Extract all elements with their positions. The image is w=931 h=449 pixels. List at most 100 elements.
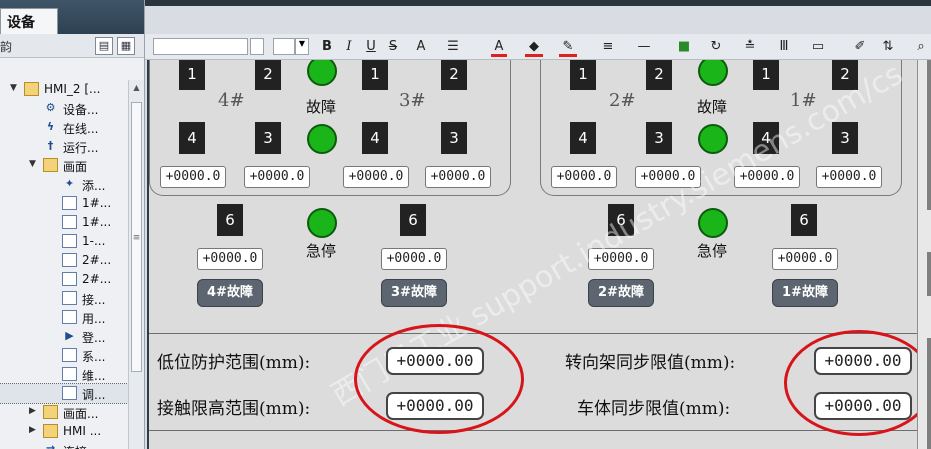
arrange-icon[interactable]: ■ xyxy=(675,37,693,57)
fill-color-icon[interactable]: ◆ xyxy=(525,37,543,57)
hmi-screen-canvas: 1 2 1 2 4 3 4 3 4# 3# 故障 +0000.0 +0000.0 +0000.0 +0000… xyxy=(147,60,917,449)
align-icon[interactable]: ☰ xyxy=(441,37,465,57)
expand-open-icon[interactable]: ▼ xyxy=(10,83,20,93)
tree-item[interactable]: 用... xyxy=(0,308,128,327)
expand-open-icon[interactable]: ▼ xyxy=(29,159,39,169)
screen-icon xyxy=(62,215,77,229)
status-lamp xyxy=(307,124,337,154)
fault-button[interactable]: 2#故障 xyxy=(588,279,654,307)
tree-item-label: 运行... xyxy=(63,141,99,155)
rotate-icon[interactable]: ↻ xyxy=(707,37,725,57)
annotation-circle-left xyxy=(354,324,524,434)
fault-button[interactable]: 1#故障 xyxy=(772,279,838,307)
tree-item[interactable]: ϟ 在线... xyxy=(0,118,128,137)
distribute-icon[interactable]: Ⅲ xyxy=(775,37,793,57)
expand-closed-icon[interactable]: ▶ xyxy=(29,406,39,416)
value-io-field[interactable]: +0000.0 xyxy=(197,248,263,270)
tree-item[interactable]: ▼ 画面 xyxy=(0,156,128,175)
param-label: 低位防护范围(mm): xyxy=(157,353,311,373)
line-width-icon[interactable]: ≡ xyxy=(599,37,617,57)
estop-label: 急停 xyxy=(306,242,337,260)
tree-item-label: 1#... xyxy=(82,215,112,229)
same-size-icon[interactable]: ▭ xyxy=(809,37,827,57)
device-config-icon: ⚙ xyxy=(45,101,56,114)
zoom-icon[interactable]: ⌕ xyxy=(913,37,929,57)
strikethrough-button[interactable]: S xyxy=(385,37,401,57)
font-color-icon[interactable]: A xyxy=(491,37,507,57)
value-io-field[interactable]: +0000.0 xyxy=(551,166,617,188)
estop-lamp xyxy=(698,208,728,238)
value-io-field[interactable]: +0000.0 xyxy=(381,248,447,270)
list-view-icon[interactable]: ▤ xyxy=(95,37,113,55)
value-io-field[interactable]: +0000.0 xyxy=(635,166,701,188)
tree-item[interactable]: ▶ 登... xyxy=(0,327,128,346)
tree-item[interactable]: ▶ 画面... xyxy=(0,403,128,422)
font-name-field[interactable] xyxy=(153,38,248,55)
tree-item[interactable]: ✦ 添... xyxy=(0,175,128,194)
tree-item[interactable]: 2#... xyxy=(0,251,128,270)
tree-item[interactable]: ▼ HMI_2 [... xyxy=(0,80,128,99)
tree-item[interactable]: 调... xyxy=(0,383,129,404)
bold-button[interactable]: B xyxy=(319,37,335,57)
scroll-thumb[interactable]: ≡ xyxy=(131,102,142,372)
value-io-field[interactable]: +0000.0 xyxy=(160,166,226,188)
expand-closed-icon[interactable]: ▶ xyxy=(29,425,39,435)
station-number-four: 4 xyxy=(570,122,596,154)
start-screen-icon: ▶ xyxy=(65,329,74,342)
tree-item[interactable]: † 运行... xyxy=(0,137,128,156)
tree-item[interactable]: 1-... xyxy=(0,232,128,251)
overview-icon[interactable]: ▦ xyxy=(117,37,135,55)
tree-item[interactable]: ▶ HMI ... xyxy=(0,422,128,441)
group-label-a: 4# xyxy=(218,90,245,111)
font-size-dropdown-icon[interactable]: ▼ xyxy=(295,38,309,55)
line-style-icon[interactable]: — xyxy=(635,37,653,57)
value-io-field[interactable]: +0000.0 xyxy=(772,248,838,270)
value-io-field[interactable]: +0000.0 xyxy=(343,166,409,188)
group-label-b: 3# xyxy=(399,90,426,111)
tab-devices[interactable]: 设备 xyxy=(0,8,58,34)
tree-item[interactable]: 维... xyxy=(0,365,128,384)
align-objects-icon[interactable]: ≛ xyxy=(741,37,759,57)
folder-icon xyxy=(24,82,39,96)
value-io-field[interactable]: +0000.0 xyxy=(816,166,882,188)
param-label: 转向架同步限值(mm): xyxy=(565,353,736,373)
scroll-up-icon[interactable]: ▲ xyxy=(131,83,142,97)
station-number-three: 3 xyxy=(255,122,281,154)
line-color-icon[interactable]: ✎ xyxy=(559,37,577,57)
tree-item[interactable]: 1#... xyxy=(0,213,128,232)
fault-lamp-label: 故障 xyxy=(306,98,337,116)
tree-item[interactable]: ⚙ 设备... xyxy=(0,99,128,118)
tree-item[interactable]: 接... xyxy=(0,289,128,308)
screen-icon xyxy=(62,367,77,381)
tree-item[interactable]: ⇄ 连接 xyxy=(0,441,128,449)
value-io-field[interactable]: +0000.0 xyxy=(244,166,310,188)
underline-button[interactable]: U xyxy=(363,37,379,57)
screen-icon xyxy=(62,253,77,267)
font-size-field[interactable] xyxy=(273,38,295,55)
tree-item-label: 调... xyxy=(82,388,106,402)
tree-item-label: 画面... xyxy=(63,407,99,421)
value-io-field[interactable]: +0000.0 xyxy=(588,248,654,270)
tree-item[interactable]: 系... xyxy=(0,346,128,365)
tree-item-label: 维... xyxy=(82,369,106,383)
font-name-dropdown-icon[interactable] xyxy=(250,38,264,55)
format-painter-icon[interactable]: ✐ xyxy=(851,37,869,57)
value-io-field[interactable]: +0000.0 xyxy=(425,166,491,188)
tree-scrollbar[interactable]: ▲ ≡ xyxy=(128,80,144,449)
fault-button[interactable]: 3#故障 xyxy=(381,279,447,307)
layer-icon[interactable]: ⇅ xyxy=(879,37,897,57)
screen-icon xyxy=(62,234,77,248)
station-number-six: 6 xyxy=(217,204,243,236)
italic-button[interactable]: I xyxy=(341,37,357,57)
tree-item[interactable]: 1#... xyxy=(0,194,128,213)
tree-item-label: 添... xyxy=(82,179,106,193)
tree-item[interactable]: 2#... xyxy=(0,270,128,289)
tree-toolbar-label: 韵 xyxy=(0,40,13,54)
station-number-one: 1 xyxy=(362,60,388,90)
fault-button[interactable]: 4#故障 xyxy=(197,279,263,307)
tree-toolbar: 韵 ▤ ▦ xyxy=(0,34,144,58)
station-number-three: 3 xyxy=(646,122,672,154)
value-io-field[interactable]: +0000.0 xyxy=(734,166,800,188)
text-size-icon[interactable]: A xyxy=(407,37,435,57)
station-number-six: 6 xyxy=(791,204,817,236)
